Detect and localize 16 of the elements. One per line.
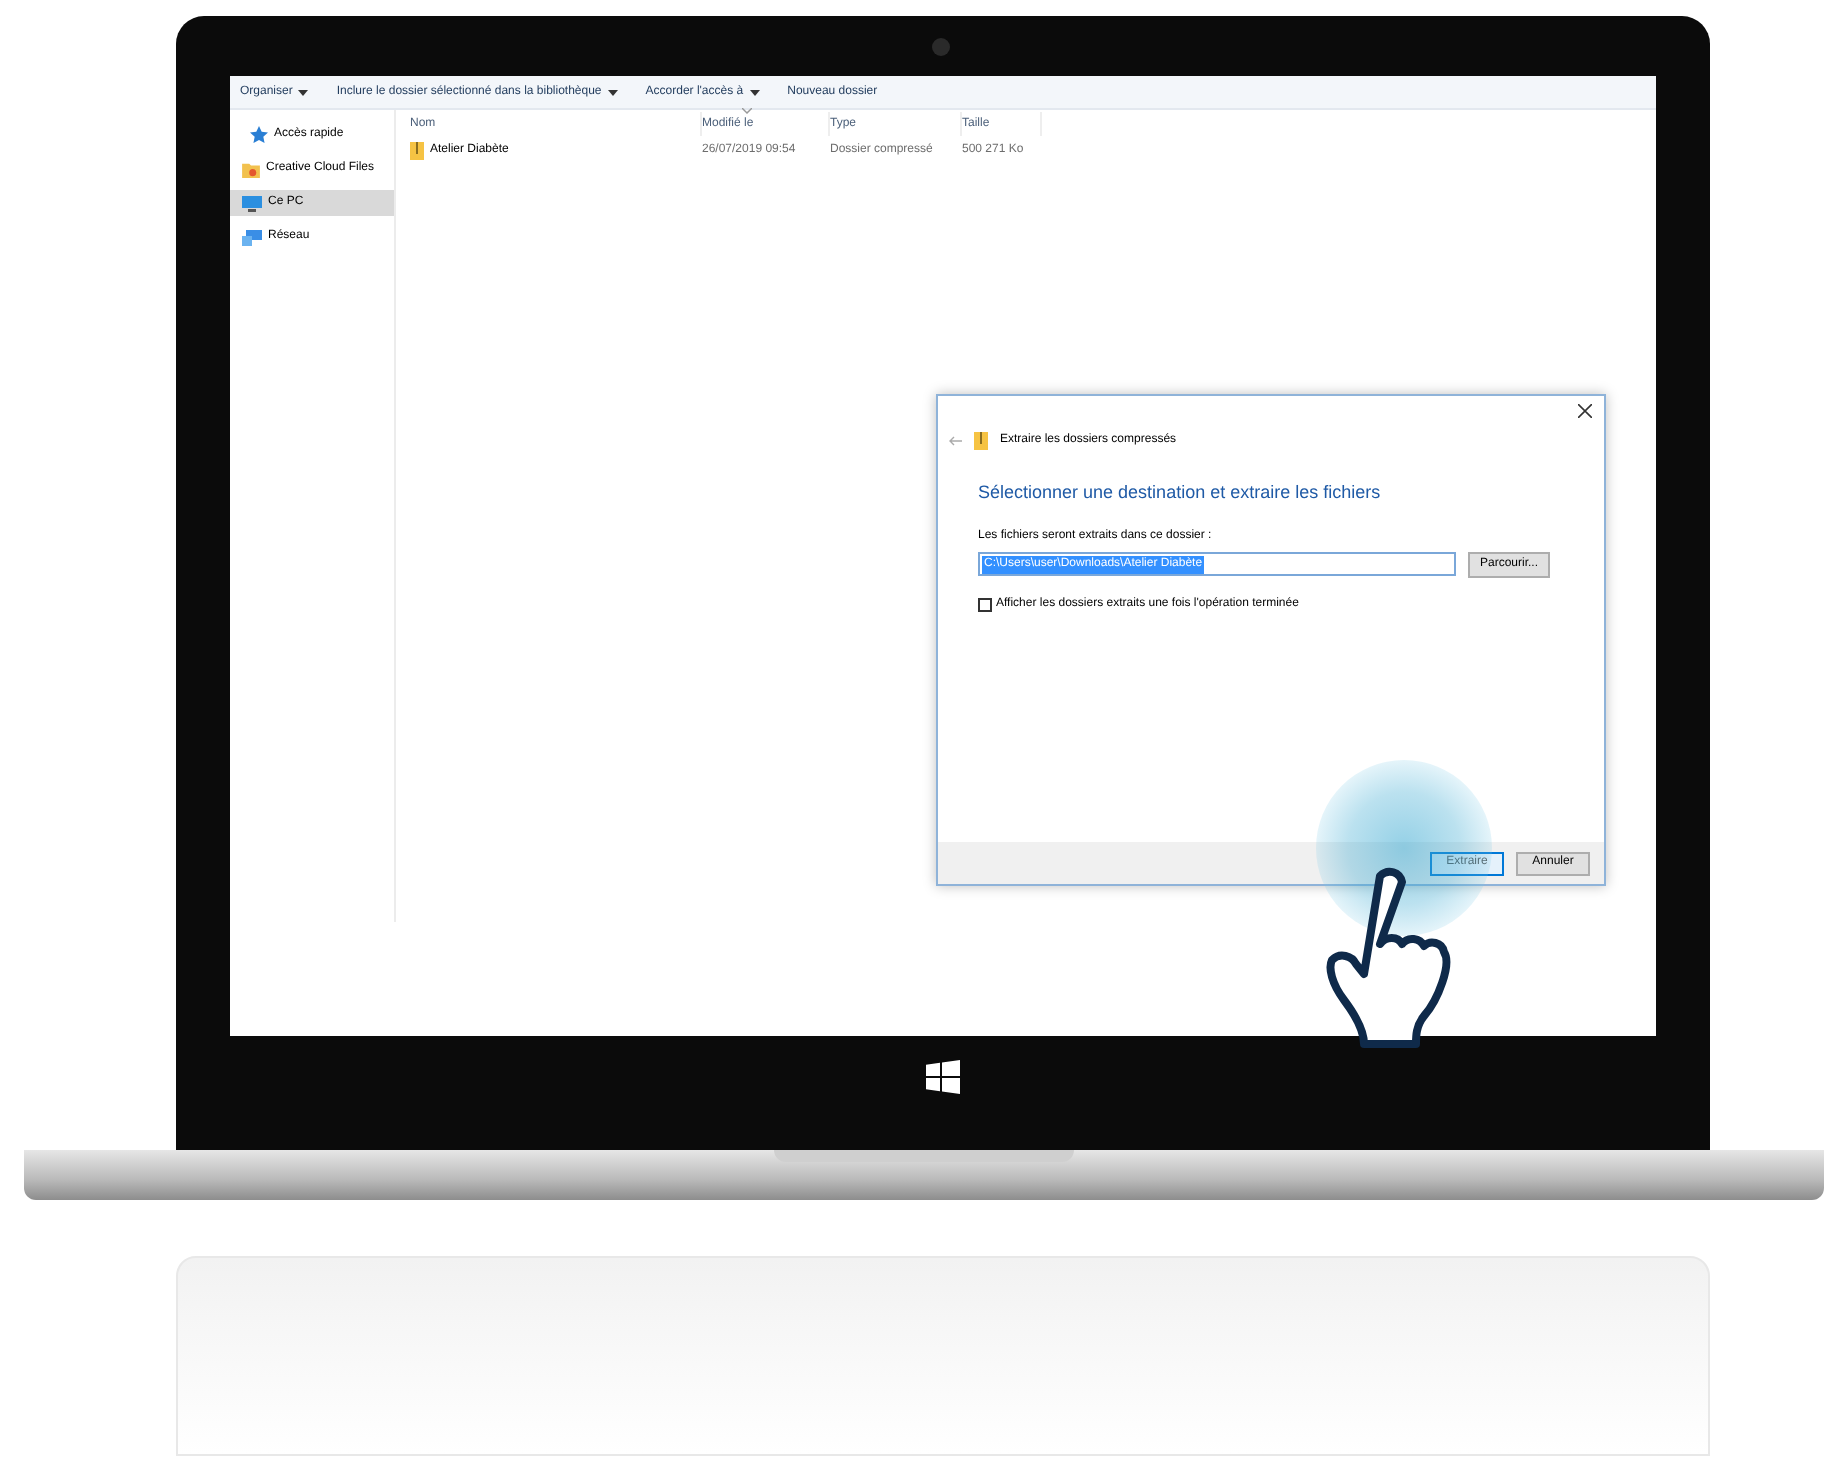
windows-logo-icon — [926, 1060, 960, 1094]
caret-icon — [607, 89, 618, 95]
monitor-icon — [242, 195, 262, 211]
camera-icon — [932, 38, 950, 56]
caret-icon — [298, 89, 309, 95]
dialog-heading: Sélectionner une destination et extraire les fichiers — [978, 480, 1383, 506]
close-button[interactable] — [1578, 400, 1592, 420]
checkbox[interactable] — [978, 597, 992, 611]
close-icon — [1578, 403, 1592, 417]
zip-folder-icon — [974, 432, 988, 450]
sort-chevron-icon — [742, 108, 752, 114]
folder-icon — [242, 161, 260, 177]
caret-icon — [749, 89, 760, 95]
zip-folder-icon — [410, 141, 424, 159]
network-icon — [242, 229, 262, 245]
star-icon — [250, 126, 268, 144]
